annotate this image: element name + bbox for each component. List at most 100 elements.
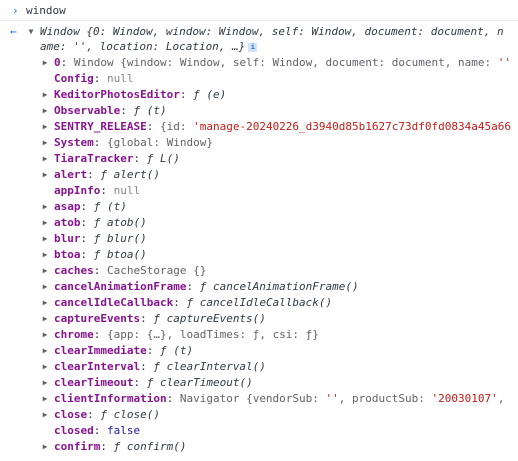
expand-caret-icon[interactable]: ▶ <box>40 375 50 391</box>
property-value: Navigator {vendorSub: '', productSub: '2… <box>179 392 505 405</box>
property-name: confirm <box>54 440 101 453</box>
property-row-caches[interactable]: ▶ caches: CacheStorage {} <box>0 263 518 279</box>
info-icon[interactable]: i <box>248 42 258 52</box>
property-row-tiaratracker[interactable]: ▶ TiaraTracker: ƒ L() <box>0 151 518 167</box>
property-row-cleartimeout[interactable]: ▶ clearTimeout: ƒ clearTimeout() <box>0 375 518 391</box>
property-separator: : <box>93 424 107 437</box>
property-value: {global: Window} <box>107 136 213 149</box>
expand-caret-icon[interactable]: ▶ <box>40 279 50 295</box>
expand-caret-icon[interactable]: ▶ <box>40 215 50 231</box>
result-summary-row[interactable]: ← ▼ Window {0: Window, window: Window, s… <box>0 24 518 40</box>
property-entry: appInfo: null <box>54 183 140 199</box>
property-name: btoa <box>54 248 81 261</box>
property-name: KeditorPhotosEditor <box>54 88 180 101</box>
property-row-config[interactable]: Config: null <box>0 71 518 87</box>
property-value: false <box>107 424 141 437</box>
result-summary-text: Window {0: Window, window: Window, self:… <box>40 25 504 38</box>
expand-caret-icon[interactable]: ▶ <box>40 87 50 103</box>
expand-caret-icon[interactable]: ▶ <box>40 359 50 375</box>
property-separator: : <box>133 152 147 165</box>
property-row-captureevents[interactable]: ▶ captureEvents: ƒ captureEvents() <box>0 311 518 327</box>
property-value: ƒ atob() <box>93 216 147 229</box>
property-separator: : <box>80 232 94 245</box>
property-row-atob[interactable]: ▶ atob: ƒ atob() <box>0 215 518 231</box>
property-row-asap[interactable]: ▶ asap: ƒ (t) <box>0 199 518 215</box>
clipped-bottom-row <box>0 453 518 461</box>
result-arrow-icon: ← <box>10 25 17 38</box>
property-name: chrome <box>54 328 94 341</box>
property-entry: Config: null <box>54 71 134 87</box>
property-name: clearTimeout <box>54 376 134 389</box>
property-entry: clientInformation: Navigator {vendorSub:… <box>54 391 504 407</box>
property-row-cancelanimationframe[interactable]: ▶ cancelAnimationFrame: ƒ cancelAnimation… <box>0 279 518 295</box>
property-row-cancelidlecallback[interactable]: ▶ cancelIdleCallback: ƒ cancelIdleCallbac… <box>0 295 518 311</box>
expand-caret-icon[interactable]: ▶ <box>40 391 50 407</box>
expand-caret-icon[interactable]: ▶ <box>40 231 50 247</box>
property-value: null <box>107 72 134 85</box>
expand-caret-icon[interactable]: ▶ <box>40 135 50 151</box>
property-name: cancelAnimationFrame <box>54 280 187 293</box>
property-entry: SENTRY_RELEASE: {id: 'manage-20240226_d3… <box>54 119 511 135</box>
property-entry: System: {global: Window} <box>54 135 213 151</box>
property-row-appinfo[interactable]: appInfo: null <box>0 183 518 199</box>
expand-caret-icon[interactable]: ▶ <box>40 327 50 343</box>
property-separator: : <box>146 344 160 357</box>
property-value: ƒ L() <box>146 152 180 165</box>
expand-result-caret-icon[interactable]: ▼ <box>26 24 36 40</box>
property-entry: closed: false <box>54 423 140 439</box>
result-summary-wrap-text: ame: '', location: Location, …} i <box>40 39 258 55</box>
property-row-clearimmediate[interactable]: ▶ clearImmediate: ƒ (t) <box>0 343 518 359</box>
expand-caret-icon[interactable]: ▶ <box>40 167 50 183</box>
property-row-keditorphotoseditor[interactable]: ▶ KeditorPhotosEditor: ƒ (e) <box>0 87 518 103</box>
property-separator: : <box>93 72 107 85</box>
expand-caret-icon[interactable]: ▶ <box>40 119 50 135</box>
property-entry: atob: ƒ atob() <box>54 215 147 231</box>
property-row-btoa[interactable]: ▶ btoa: ƒ btoa() <box>0 247 518 263</box>
result-summary-wrap-row: ame: '', location: Location, …} i <box>0 39 518 55</box>
property-separator: : <box>140 360 154 373</box>
property-separator: : <box>179 88 194 101</box>
expand-caret-icon[interactable]: ▶ <box>40 55 50 71</box>
property-row-0[interactable]: ▶ 0: Window {window: Window, self: Window… <box>0 55 518 71</box>
property-value: ƒ cancelAnimationFrame() <box>199 280 359 293</box>
prompt-chevron-icon: › <box>12 4 19 17</box>
property-value: ƒ clearInterval() <box>153 360 266 373</box>
property-separator: : <box>80 216 94 229</box>
property-row-alert[interactable]: ▶ alert: ƒ alert() <box>0 167 518 183</box>
expand-caret-icon[interactable]: ▶ <box>40 407 50 423</box>
property-row-closed[interactable]: closed: false <box>0 423 518 439</box>
expand-caret-icon[interactable]: ▶ <box>40 103 50 119</box>
property-row-sentry_release[interactable]: ▶ SENTRY_RELEASE: {id: 'manage-20240226_d… <box>0 119 518 135</box>
property-name: clearInterval <box>54 360 141 373</box>
expand-caret-icon[interactable]: ▶ <box>40 295 50 311</box>
property-row-clientinformation[interactable]: ▶ clientInformation: Navigator {vendorSub… <box>0 391 518 407</box>
property-separator: : <box>173 296 187 309</box>
expand-caret-icon[interactable]: ▶ <box>40 247 50 263</box>
property-row-blur[interactable]: ▶ blur: ƒ blur() <box>0 231 518 247</box>
property-value: ƒ cancelIdleCallback() <box>186 296 333 309</box>
expand-caret-icon[interactable]: ▶ <box>40 263 50 279</box>
property-value: ƒ (t) <box>133 104 167 117</box>
property-row-system[interactable]: ▶ System: {global: Window} <box>0 135 518 151</box>
property-separator: : <box>60 56 74 69</box>
property-separator: : <box>100 184 114 197</box>
property-name: TiaraTracker <box>54 152 134 165</box>
console-input-row[interactable]: › window <box>0 2 518 21</box>
property-value: ƒ close() <box>100 408 160 421</box>
expand-caret-icon[interactable]: ▶ <box>40 343 50 359</box>
property-name: atob <box>54 216 81 229</box>
expand-caret-icon[interactable]: ▶ <box>40 311 50 327</box>
property-separator: : <box>93 264 107 277</box>
property-name: blur <box>54 232 81 245</box>
property-entry: blur: ƒ blur() <box>54 231 147 247</box>
property-separator: : <box>80 248 94 261</box>
property-row-clearinterval[interactable]: ▶ clearInterval: ƒ clearInterval() <box>0 359 518 375</box>
property-name: 0 <box>54 56 61 69</box>
property-row-observable[interactable]: ▶ Observable: ƒ (t) <box>0 103 518 119</box>
property-row-close[interactable]: ▶ close: ƒ close() <box>0 407 518 423</box>
console-expression[interactable]: window <box>26 2 66 20</box>
expand-caret-icon[interactable]: ▶ <box>40 151 50 167</box>
property-row-chrome[interactable]: ▶ chrome: {app: {…}, loadTimes: ƒ, csi: ƒ… <box>0 327 518 343</box>
expand-caret-icon[interactable]: ▶ <box>40 199 50 215</box>
property-value: ƒ clearTimeout() <box>146 376 253 389</box>
